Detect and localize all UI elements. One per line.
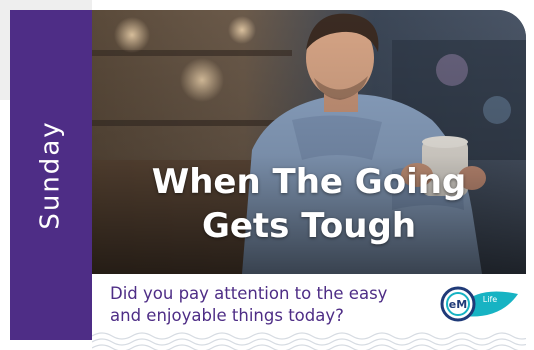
caption-line-1: Did you pay attention to the easy bbox=[110, 284, 388, 303]
caption-text: Did you pay attention to the easy and en… bbox=[110, 283, 387, 327]
logo-word: Life bbox=[483, 295, 497, 304]
logo-mark: eM bbox=[449, 298, 467, 311]
card: Sunday When The Going Gets Tough Did you… bbox=[0, 0, 534, 350]
headline-line-1: When The Going bbox=[151, 162, 467, 202]
caption-line-2: and enjoyable things today? bbox=[110, 306, 344, 325]
day-label: Sunday bbox=[36, 120, 67, 230]
em-life-logo-icon: eM Life bbox=[440, 286, 520, 322]
headline-line-2: Gets Tough bbox=[201, 206, 417, 246]
headline: When The Going Gets Tough bbox=[92, 160, 526, 248]
decorative-wave-pattern bbox=[92, 330, 526, 350]
day-sidebar: Sunday bbox=[10, 10, 92, 340]
